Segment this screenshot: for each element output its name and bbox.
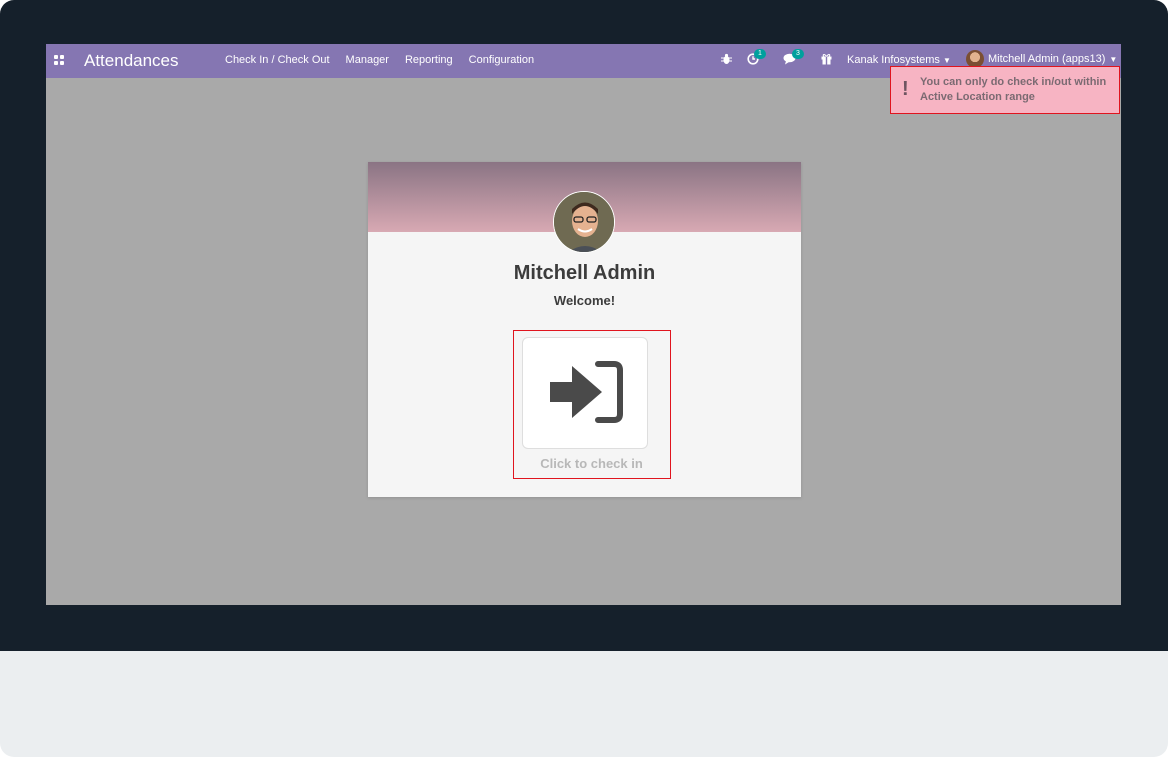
employee-avatar [553, 191, 615, 253]
messages-icon[interactable]: 3 [783, 49, 804, 68]
bug-icon-svg [721, 53, 732, 64]
chevron-down-icon: ▼ [943, 56, 951, 65]
welcome-message: Welcome! [553, 293, 616, 308]
app-screen: Attendances Check In / Check Out Manager… [46, 44, 1121, 605]
company-name: Kanak Infosystems [847, 54, 940, 66]
activity-count-badge: 1 [754, 49, 766, 59]
apps-grid-icon[interactable] [54, 55, 64, 65]
warning-notification[interactable]: ! You can only do check in/out within Ac… [890, 66, 1120, 114]
check-in-label[interactable]: Click to check in [514, 456, 669, 471]
gift-icon[interactable] [821, 53, 832, 68]
monitor-chin [0, 651, 1168, 757]
employee-photo [554, 192, 614, 252]
menu-check-in-check-out[interactable]: Check In / Check Out [225, 54, 330, 66]
user-name: Mitchell Admin (apps13) [988, 53, 1106, 65]
chevron-down-icon: ▼ [1109, 54, 1118, 64]
main-menu: Check In / Check Out Manager Reporting C… [225, 54, 534, 66]
check-in-area: Click to check in [513, 330, 671, 479]
menu-manager[interactable]: Manager [346, 54, 389, 66]
bug-icon[interactable] [721, 53, 732, 68]
activity-clock-icon[interactable]: 1 [747, 49, 766, 68]
check-in-button[interactable] [522, 337, 648, 449]
app-title[interactable]: Attendances [84, 51, 179, 71]
attendance-card: Mitchell Admin Welcome! Click to check i… [368, 162, 801, 497]
company-switcher[interactable]: Kanak Infosystems ▼ [847, 54, 951, 66]
employee-name: Mitchell Admin [513, 262, 656, 284]
menu-configuration[interactable]: Configuration [469, 54, 534, 66]
menu-reporting[interactable]: Reporting [405, 54, 453, 66]
sign-in-icon [550, 361, 623, 423]
gift-icon-svg [821, 54, 832, 65]
messages-count-badge: 3 [792, 49, 804, 59]
exclamation-icon: ! [902, 78, 909, 100]
notification-message: You can only do check in/out within Acti… [920, 76, 1107, 103]
